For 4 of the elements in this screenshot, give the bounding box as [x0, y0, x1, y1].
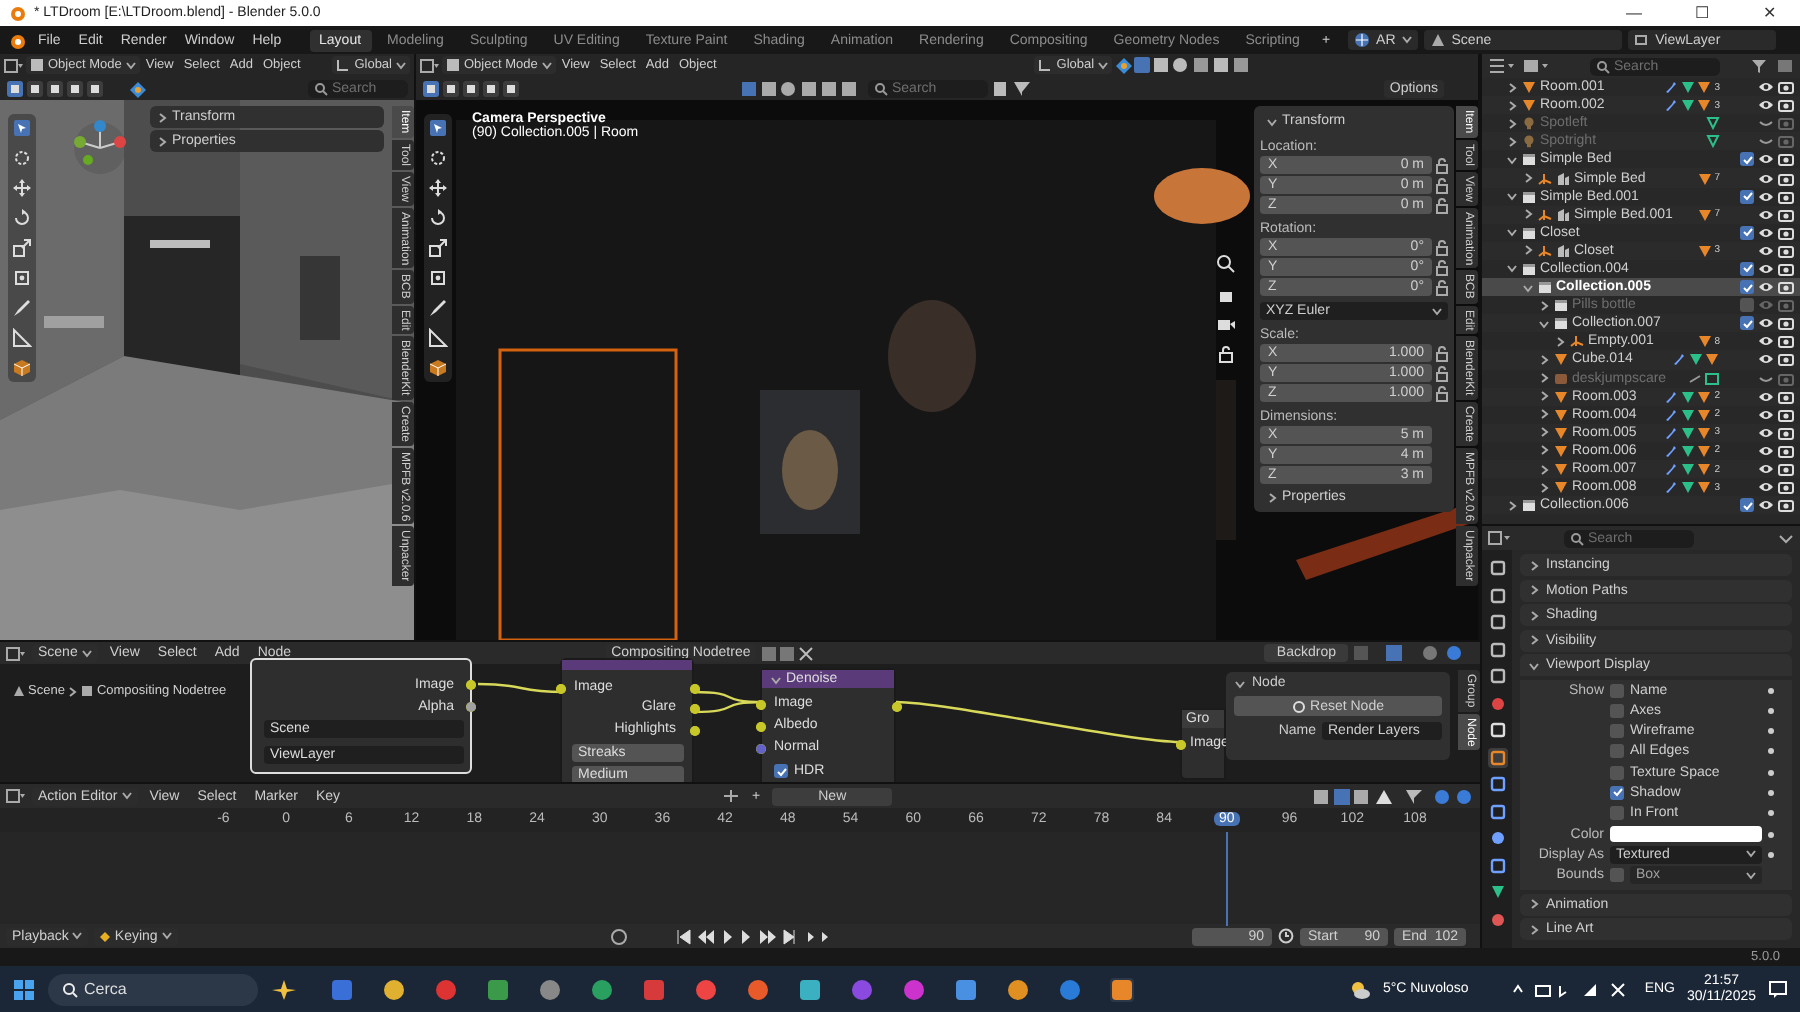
close-button[interactable]: ✕ — [1740, 0, 1800, 26]
search-field[interactable]: Cerca — [48, 973, 258, 1005]
minimize-button[interactable]: — — [1604, 0, 1664, 26]
maximize-button[interactable]: ☐ — [1672, 0, 1732, 26]
